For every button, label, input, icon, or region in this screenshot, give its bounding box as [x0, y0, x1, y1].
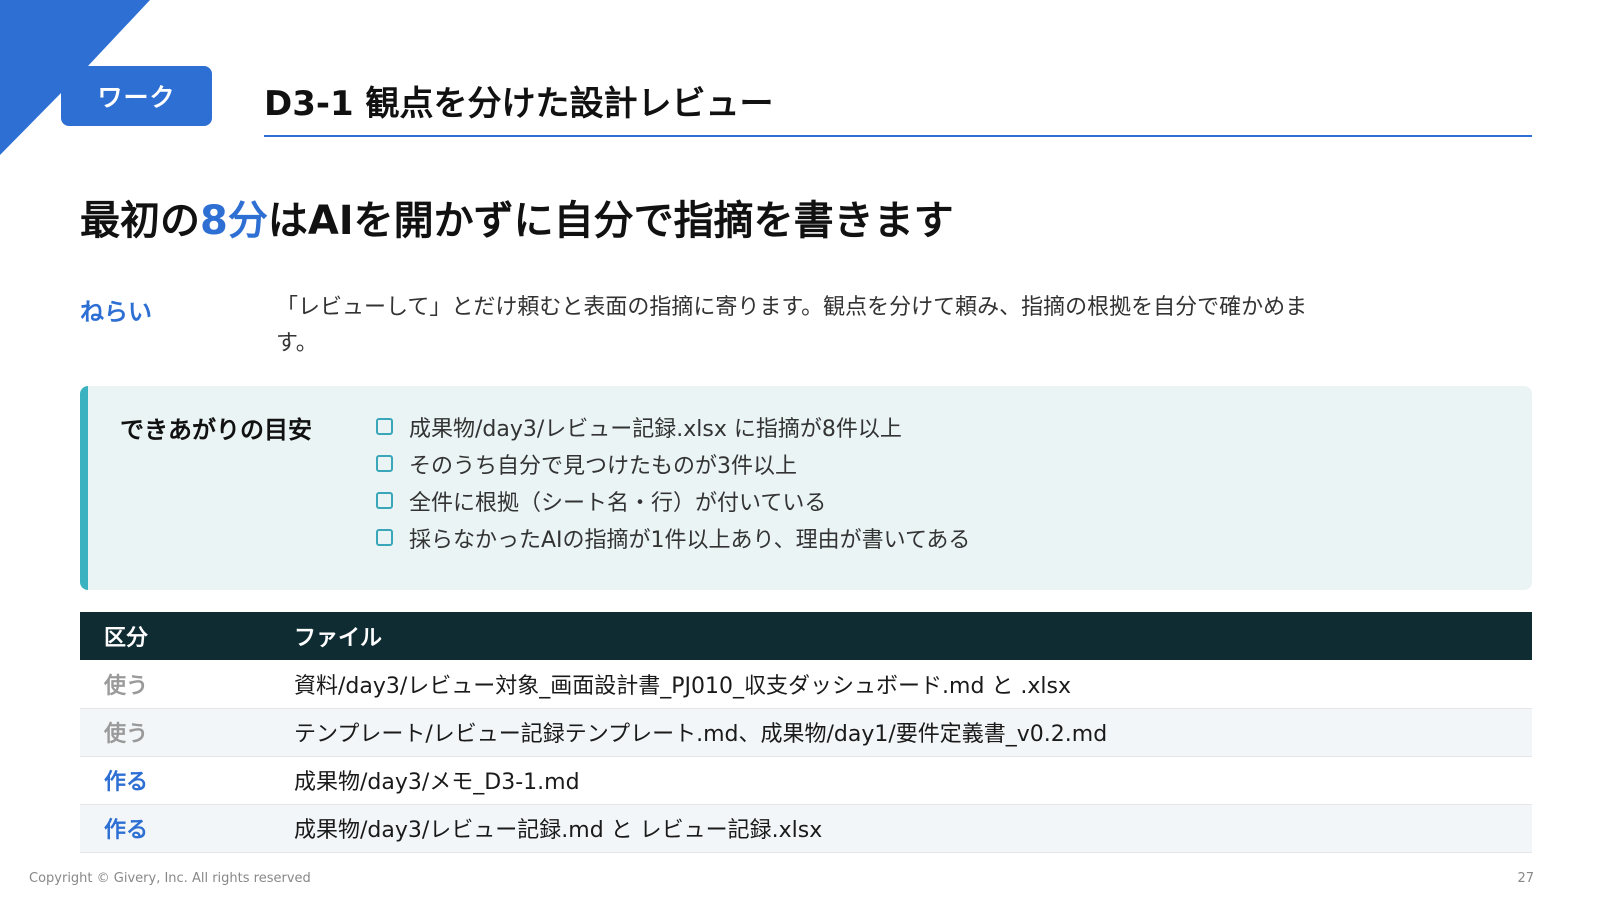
criteria-box: できあがりの目安 成果物/day3/レビュー記録.xlsx に指摘が8件以上 そ… [80, 386, 1532, 590]
criteria-accent-bar [80, 386, 88, 590]
title-divider [264, 135, 1532, 137]
criteria-label: できあがりの目安 [120, 416, 312, 444]
row-file: 成果物/day3/メモ_D3-1.md [270, 756, 1532, 805]
headline-after: はAIを開かずに自分で指摘を書きます [267, 198, 954, 244]
row-kind: 使う [80, 708, 270, 757]
criteria-item: 採らなかったAIの指摘が1件以上あり、理由が書いてある [376, 519, 970, 556]
criteria-item: 成果物/day3/レビュー記録.xlsx に指摘が8件以上 [376, 408, 970, 445]
column-header-file: ファイル [270, 612, 1532, 660]
criteria-item-text: 全件に根拠（シート名・行）が付いている [409, 490, 827, 516]
row-file: 資料/day3/レビュー対象_画面設計書_PJ010_収支ダッシュボード.md … [270, 660, 1532, 709]
row-kind: 作る [80, 804, 270, 853]
page-title: D3-1 観点を分けた設計レビュー [264, 84, 774, 124]
aim-label: ねらい [80, 298, 152, 326]
criteria-item: 全件に根拠（シート名・行）が付いている [376, 482, 970, 519]
criteria-item-text: 採らなかったAIの指摘が1件以上あり、理由が書いてある [409, 527, 971, 553]
table-row: 作る 成果物/day3/レビュー記録.md と レビュー記録.xlsx [80, 804, 1532, 853]
criteria-item: そのうち自分で見つけたものが3件以上 [376, 445, 970, 482]
row-kind: 使う [80, 660, 270, 709]
table-row: 使う テンプレート/レビュー記録テンプレート.md、成果物/day1/要件定義書… [80, 708, 1532, 757]
page-number: 27 [1517, 871, 1534, 886]
aim-text: 「レビューして」とだけ頼むと表面の指摘に寄ります。観点を分けて頼み、指摘の根拠を… [276, 295, 1308, 356]
headline-highlight: 8分 [200, 198, 268, 244]
checkbox-icon[interactable] [376, 455, 393, 472]
files-table: 区分 ファイル 使う 資料/day3/レビュー対象_画面設計書_PJ010_収支… [80, 612, 1532, 853]
table-header-row: 区分 ファイル [80, 612, 1532, 660]
footer-copyright: Copyright © Givery, Inc. All rights rese… [29, 871, 311, 886]
table-row: 使う 資料/day3/レビュー対象_画面設計書_PJ010_収支ダッシュボード.… [80, 660, 1532, 709]
headline: 最初の8分はAIを開かずに自分で指摘を書きます [80, 188, 954, 246]
table-row: 作る 成果物/day3/メモ_D3-1.md [80, 756, 1532, 805]
checkbox-icon[interactable] [376, 492, 393, 509]
criteria-item-text: 成果物/day3/レビュー記録.xlsx に指摘が8件以上 [409, 416, 902, 442]
criteria-item-text: そのうち自分で見つけたものが3件以上 [409, 453, 797, 479]
row-file: 成果物/day3/レビュー記録.md と レビュー記録.xlsx [270, 804, 1532, 853]
section-tag: ワーク [61, 66, 212, 126]
criteria-list: 成果物/day3/レビュー記録.xlsx に指摘が8件以上 そのうち自分で見つけ… [376, 408, 970, 556]
column-header-kind: 区分 [80, 612, 270, 660]
row-file: テンプレート/レビュー記録テンプレート.md、成果物/day1/要件定義書_v0… [270, 708, 1532, 757]
checkbox-icon[interactable] [376, 529, 393, 546]
headline-before: 最初の [80, 198, 200, 244]
checkbox-icon[interactable] [376, 418, 393, 435]
row-kind: 作る [80, 756, 270, 805]
